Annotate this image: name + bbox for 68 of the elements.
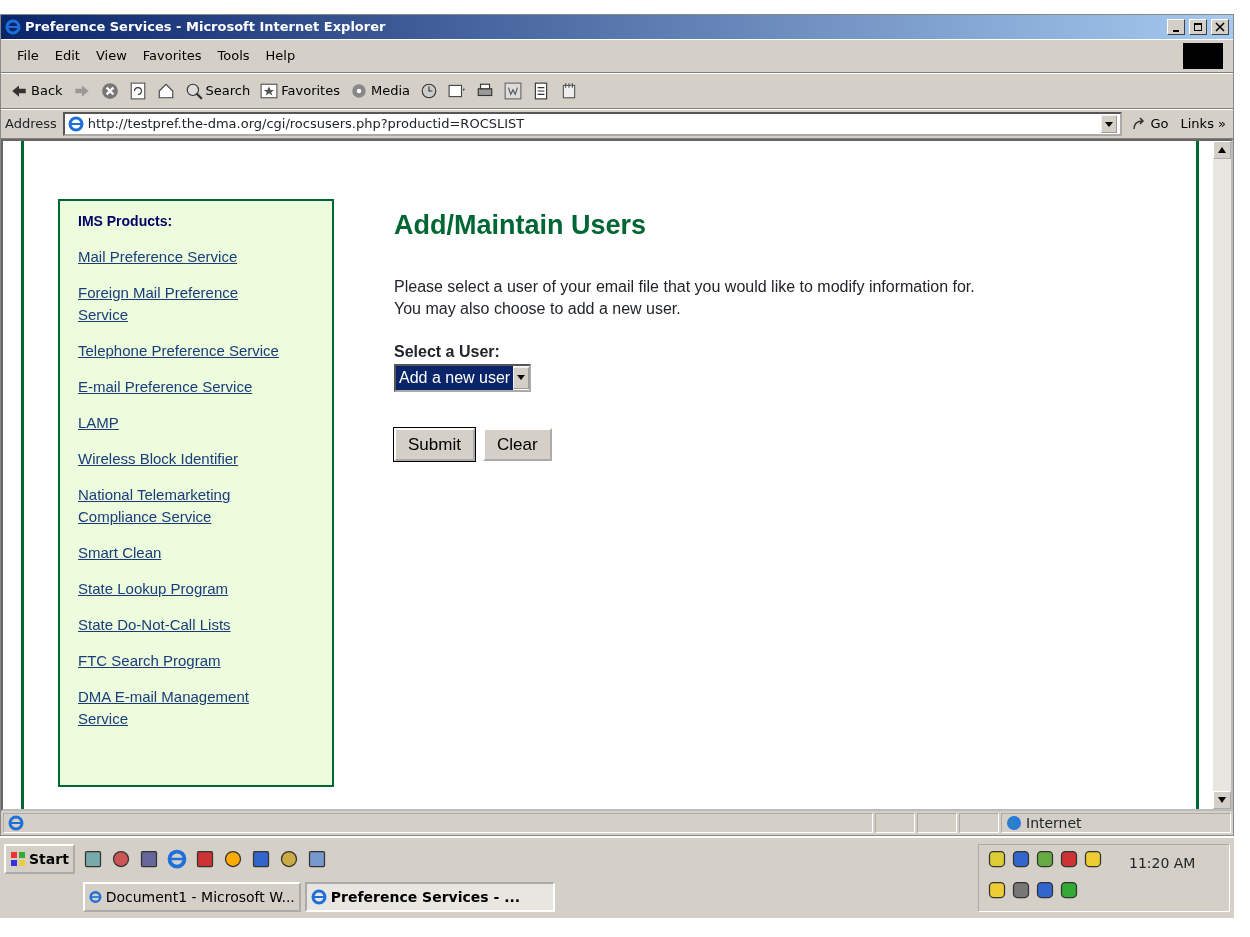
select-label: Select a User:: [394, 341, 501, 362]
user-select[interactable]: Add a new user: [394, 363, 532, 392]
address-field[interactable]: http://testpref.the-dma.org/cgi/rocsusers.php?productid=ROCSLIST: [62, 112, 1123, 136]
clear-button[interactable]: Clear: [482, 427, 552, 461]
product-link[interactable]: LAMP: [78, 412, 314, 434]
product-link[interactable]: Foreign Mail Preference Service: [78, 282, 314, 326]
minimize-button[interactable]: [1167, 19, 1185, 35]
browser-icon: [5, 19, 21, 35]
star-folder-icon: [260, 82, 279, 100]
clock-icon[interactable]: [420, 82, 438, 100]
menu-item[interactable]: File: [11, 44, 45, 68]
product-link[interactable]: Telephone Preference Service: [78, 340, 314, 362]
up-arrow-icon: [1218, 147, 1226, 153]
media-button[interactable]: Media: [346, 79, 413, 103]
intro-text: Please select a user of your email file that you would like to modify information for.: [394, 276, 975, 297]
globe-icon: [1006, 815, 1022, 831]
address-label: Address: [5, 115, 57, 134]
product-link[interactable]: Wireless Block Identifier: [78, 448, 314, 470]
favorites-button[interactable]: Favorites: [257, 79, 343, 103]
browser-icon[interactable]: [166, 849, 187, 869]
links-button[interactable]: Links »: [1177, 112, 1229, 136]
product-link[interactable]: E-mail Preference Service: [78, 376, 314, 398]
product-link[interactable]: State Do-Not-Call Lists: [78, 614, 314, 636]
page-heading: Add/Maintain Users: [394, 209, 648, 242]
product-link[interactable]: Mail Preference Service: [78, 246, 314, 268]
product-link[interactable]: DMA E-mail Management Service: [78, 686, 314, 730]
menu-item[interactable]: Tools: [211, 44, 256, 68]
dropdown-button[interactable]: [1101, 115, 1118, 133]
menu-item[interactable]: View: [89, 44, 133, 68]
close-button[interactable]: [1211, 19, 1229, 35]
search-icon: [184, 82, 203, 100]
taskbar-button[interactable]: Preference Services - ...: [304, 882, 555, 912]
url-text: http://testpref.the-dma.org/cgi/rocsusers.php?productid=ROCSLIST: [87, 115, 525, 134]
home-icon[interactable]: [156, 82, 175, 100]
start-button[interactable]: Start: [4, 844, 75, 874]
submit-button[interactable]: Submit: [394, 427, 475, 461]
product-link[interactable]: National Telemarketing Compliance Service: [78, 484, 314, 528]
minimize-icon: [1173, 30, 1179, 32]
sidebar-heading: IMS Products:: [78, 212, 174, 231]
refresh-icon[interactable]: [128, 82, 147, 100]
back-button[interactable]: Back: [7, 79, 66, 103]
clock: 11:20 AM: [1129, 854, 1196, 873]
status-pane: [917, 813, 957, 833]
intro-text: You may also choose to add a new user.: [394, 298, 682, 319]
status-pane: [875, 813, 915, 833]
menu-item[interactable]: Edit: [48, 44, 86, 68]
scroll-up-button[interactable]: [1213, 141, 1231, 159]
maximize-button[interactable]: [1189, 19, 1207, 35]
stop-icon[interactable]: [100, 82, 119, 100]
product-link[interactable]: State Lookup Program: [78, 578, 314, 600]
go-button[interactable]: Go: [1128, 112, 1172, 136]
window-title: Preference Services - Microsoft Internet Explorer: [25, 18, 387, 37]
menu-item[interactable]: Help: [259, 44, 302, 68]
caret-icon: [1105, 121, 1114, 127]
down-arrow-icon: [1218, 797, 1226, 803]
close-icon: [1214, 21, 1226, 33]
caret-icon: [517, 375, 526, 380]
search-button[interactable]: Search: [181, 79, 254, 103]
browser-icon: [310, 889, 327, 905]
status-pane: [959, 813, 999, 833]
windows-flag-icon: [10, 851, 26, 867]
scroll-down-button[interactable]: [1213, 791, 1231, 809]
zone-indicator: Internet: [1001, 813, 1231, 833]
taskbar-button[interactable]: Document1 - Microsoft W...: [82, 882, 301, 912]
product-link[interactable]: Smart Clean: [78, 542, 314, 564]
maximize-icon: [1192, 21, 1204, 33]
menu-item[interactable]: Favorites: [136, 44, 208, 68]
product-link[interactable]: FTC Search Program: [78, 650, 314, 672]
